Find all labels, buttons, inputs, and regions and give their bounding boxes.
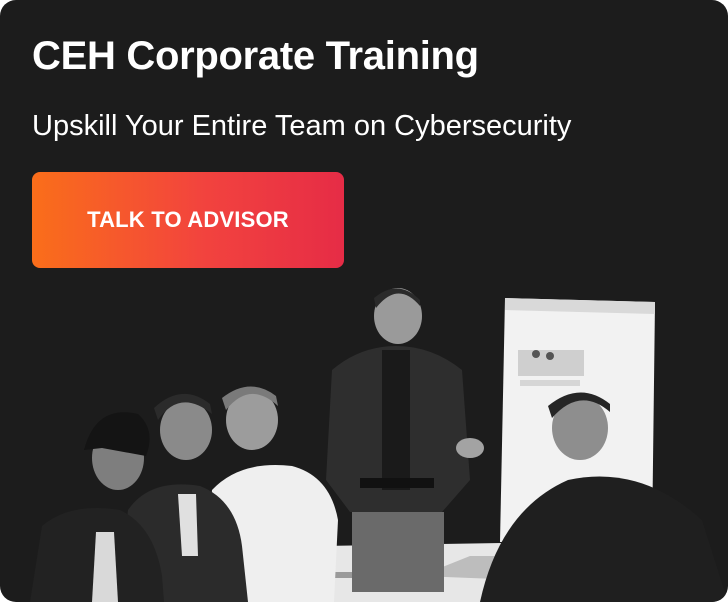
banner-title: CEH Corporate Training bbox=[32, 34, 479, 78]
banner-subtitle: Upskill Your Entire Team on Cybersecurit… bbox=[32, 110, 572, 142]
corporate-training-banner: CEH Corporate Training Upskill Your Enti… bbox=[0, 0, 728, 602]
training-meeting-photo bbox=[0, 280, 728, 602]
talk-to-advisor-button[interactable]: TALK TO ADVISOR bbox=[32, 172, 344, 268]
